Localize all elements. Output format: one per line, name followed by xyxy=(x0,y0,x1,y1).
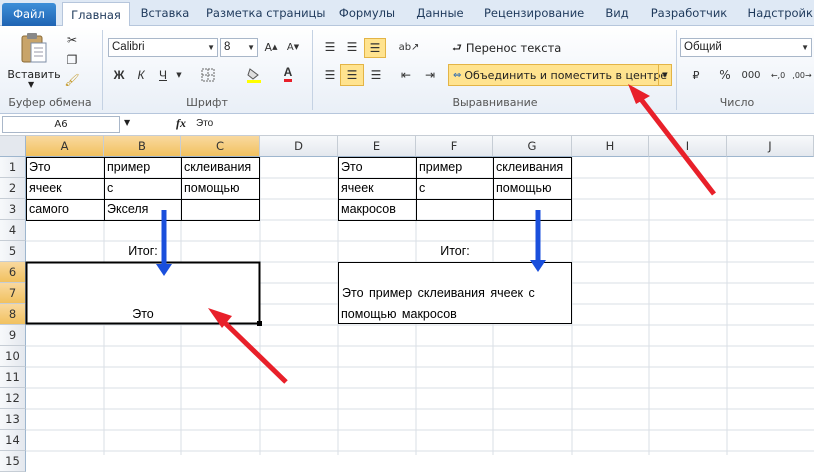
gridlines xyxy=(25,157,814,455)
cell-b2[interactable]: с xyxy=(104,178,113,199)
cell-a2[interactable]: ячеек xyxy=(26,178,62,199)
cell-total-label-left[interactable]: Итог: xyxy=(26,241,260,262)
cell-b3[interactable]: Экселя xyxy=(104,199,148,220)
merged-cell-e6-g8-line2[interactable]: помощью макросов xyxy=(338,304,457,325)
cell-f2[interactable]: с xyxy=(416,178,425,199)
cell-g1[interactable]: склеивания xyxy=(493,157,563,178)
cell-e3[interactable]: макросов xyxy=(338,199,396,220)
cell-e1[interactable]: Это xyxy=(338,157,363,178)
cell-c1[interactable]: склеивания xyxy=(181,157,251,178)
cell-e2[interactable]: ячеек xyxy=(338,178,374,199)
cell-c2[interactable]: помощью xyxy=(181,178,239,199)
cell-a1[interactable]: Это xyxy=(26,157,51,178)
cell-b1[interactable]: пример xyxy=(104,157,150,178)
cell-f1[interactable]: пример xyxy=(416,157,462,178)
merged-cell-e6-g8-line1[interactable]: Это пример склеивания ячеек с xyxy=(338,283,535,304)
cell-a3[interactable]: самого xyxy=(26,199,69,220)
cell-total-label-right[interactable]: Итог: xyxy=(338,241,572,262)
cell-g2[interactable]: помощью xyxy=(493,178,551,199)
merged-cell-a6-c8[interactable]: Это xyxy=(26,304,260,325)
